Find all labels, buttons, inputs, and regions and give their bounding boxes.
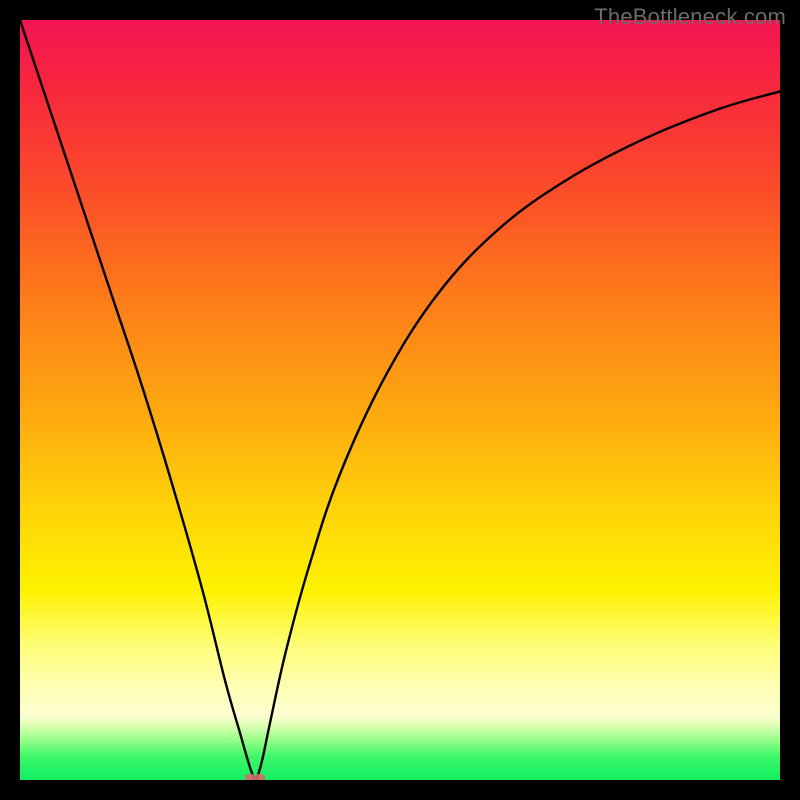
cusp-marker xyxy=(255,774,265,780)
cusp-markers xyxy=(20,20,780,780)
plot-area xyxy=(20,20,780,780)
watermark-text: TheBottleneck.com xyxy=(594,4,786,30)
cusp-marker xyxy=(245,774,255,780)
chart-frame: TheBottleneck.com xyxy=(0,0,800,800)
